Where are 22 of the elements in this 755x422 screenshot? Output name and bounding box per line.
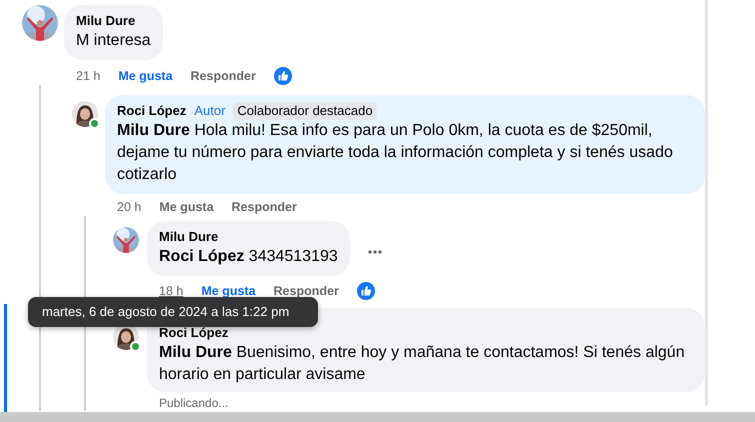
comment-text: M interesa xyxy=(76,31,151,51)
comment-text: Milu Dure Buenisimo, entre hoy y mañana te contactamos! Si tenés algún horario en particular avisame xyxy=(159,343,686,385)
timestamp[interactable]: 20 h xyxy=(117,199,142,216)
author-name[interactable]: Roci López xyxy=(117,102,186,120)
comment-text: Milu Dure Hola milu! Esa info es para un Polo 0km, la cuota es de $250mil, dejame tu número para enviarte toda la información completa y si tenés usado cotizarlo xyxy=(117,121,674,185)
reply-link[interactable]: Responder xyxy=(190,68,256,84)
timestamp[interactable]: 18 h xyxy=(159,282,184,300)
author-name[interactable]: Roci López xyxy=(159,324,228,342)
reply-link[interactable]: Responder xyxy=(274,282,339,300)
more-icon xyxy=(368,250,382,254)
contributor-badge: Colaborador destacado xyxy=(233,102,377,120)
like-link[interactable]: Me gusta xyxy=(159,199,214,216)
like-link[interactable]: Me gusta xyxy=(118,68,173,84)
like-link[interactable]: Me gusta xyxy=(201,282,256,300)
reply-link[interactable]: Responder xyxy=(232,199,297,216)
author-name[interactable]: Milu Dure xyxy=(76,12,136,30)
author-name[interactable]: Milu Dure xyxy=(159,228,218,246)
posting-status: Publicando... xyxy=(159,396,230,411)
date-tooltip: martes, 6 de agosto de 2024 a las 1:22 pm xyxy=(28,297,318,327)
author-label: Autor xyxy=(194,102,226,120)
timestamp[interactable]: 21 h xyxy=(76,68,100,84)
comment-text: Roci López 3434513193 xyxy=(159,247,338,267)
